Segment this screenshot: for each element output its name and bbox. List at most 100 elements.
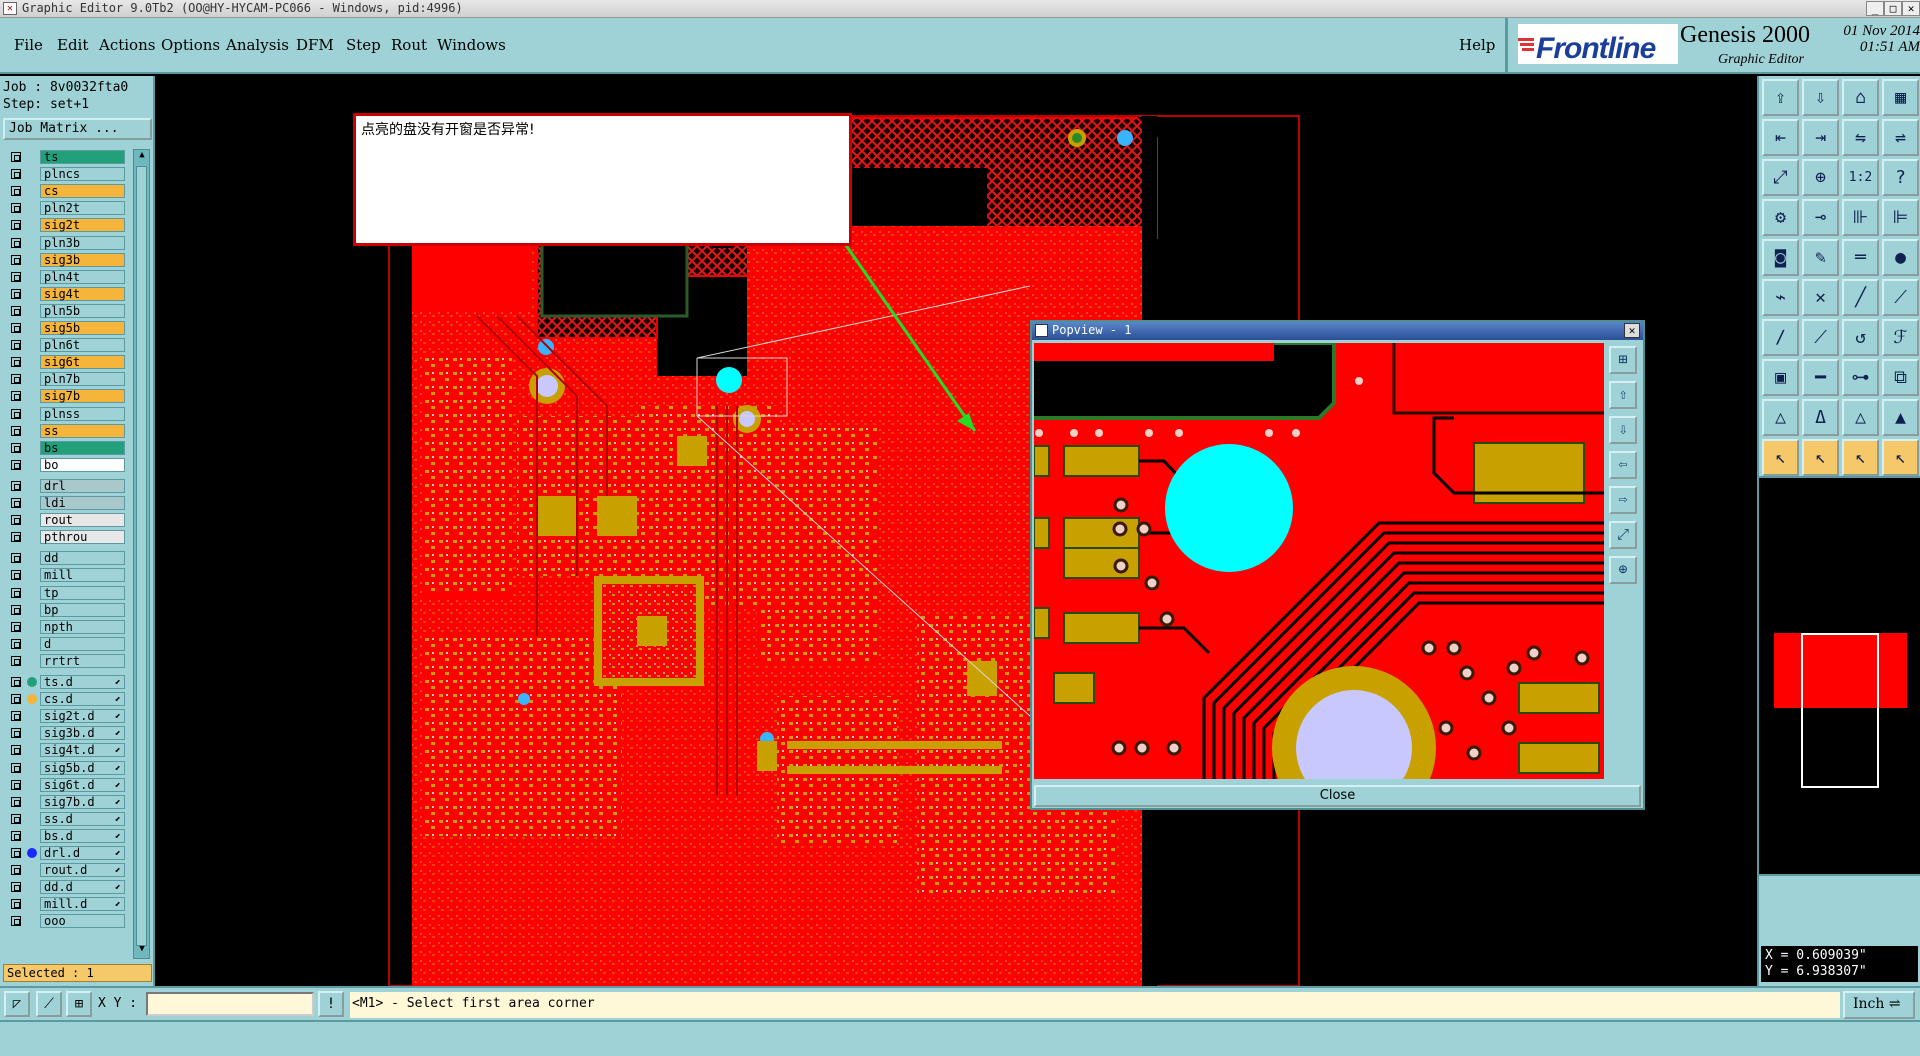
layer-row[interactable]: rout — [3, 512, 128, 528]
job-matrix-button[interactable]: Job Matrix ... — [3, 118, 152, 140]
layer-checkbox[interactable] — [11, 587, 21, 598]
pad-select-icon[interactable]: ▣ — [1762, 359, 1799, 396]
layer-row[interactable]: rout.d ⬋ — [3, 862, 128, 878]
layer-name[interactable]: pln6t — [40, 338, 125, 353]
layer-checkbox[interactable] — [11, 169, 21, 180]
layer-name[interactable]: pln4t — [40, 269, 125, 284]
tri-a-icon[interactable]: Δ — [1802, 399, 1839, 436]
layout-icon[interactable]: ▦ — [1882, 79, 1919, 116]
menu-file[interactable]: File — [14, 36, 43, 54]
layer-name[interactable]: cs — [40, 184, 125, 199]
layer-checkbox[interactable] — [11, 553, 21, 564]
layer-name[interactable]: rrtrt — [40, 653, 125, 668]
layer-name[interactable]: pln2t — [40, 201, 125, 216]
layer-checkbox[interactable] — [11, 288, 21, 299]
layer-checkbox[interactable] — [11, 711, 21, 722]
home-icon[interactable]: ⌂ — [1842, 79, 1879, 116]
tri-c-icon[interactable]: ▲ — [1882, 399, 1919, 436]
layer-row[interactable]: sig3b — [3, 252, 128, 268]
layer-list-scrollbar[interactable]: ▲ ▼ — [133, 149, 150, 959]
layer-checkbox[interactable] — [11, 408, 21, 419]
layer-checkbox[interactable] — [11, 442, 21, 453]
popview-zoom-view[interactable] — [1034, 343, 1604, 779]
popview-fit-icon[interactable]: ⊕ — [1609, 556, 1637, 584]
draw-line-icon[interactable]: ∕ — [1762, 319, 1799, 356]
layer-row[interactable]: dd — [3, 550, 128, 566]
layer-row[interactable]: sig4t — [3, 286, 128, 302]
connect-icon[interactable]: ⌁ — [1762, 279, 1799, 316]
layer-checkbox[interactable] — [11, 271, 21, 282]
layer-checkbox[interactable] — [11, 480, 21, 491]
pointer-red-icon[interactable]: ↖ — [1802, 439, 1839, 476]
layer-row[interactable]: ts — [3, 149, 128, 165]
layer-checkbox[interactable] — [11, 865, 21, 876]
layer-row[interactable]: sig2t.d ⬋ — [3, 708, 128, 724]
layer-name[interactable]: pln5b — [40, 303, 125, 318]
zoom-fit-icon[interactable]: ⤢ — [1762, 159, 1799, 196]
layer-row[interactable]: sig5b.d ⬋ — [3, 760, 128, 776]
layer-name[interactable]: plnss — [40, 406, 125, 421]
layer-name[interactable]: drl.d ⬋ — [40, 846, 125, 860]
net-icon[interactable]: ⊪ — [1842, 199, 1879, 236]
layer-checkbox[interactable] — [11, 237, 21, 248]
popview-close-icon[interactable]: ✕ — [1624, 323, 1640, 338]
layer-name[interactable]: dd — [40, 551, 125, 566]
layer-checkbox[interactable] — [11, 515, 21, 526]
layer-checkbox[interactable] — [11, 203, 21, 214]
layer-row[interactable]: d — [3, 636, 128, 652]
layer-checkbox[interactable] — [11, 655, 21, 666]
f-icon[interactable]: ℱ — [1882, 319, 1919, 356]
layer-checkbox[interactable] — [11, 779, 21, 790]
layer-row[interactable]: plnss — [3, 406, 128, 422]
layer-name[interactable]: sig6t.d ⬋ — [40, 777, 125, 792]
copy-icon[interactable]: ⧉ — [1882, 359, 1919, 396]
layer-row[interactable]: mill — [3, 567, 128, 583]
popview-zoom-home-icon[interactable]: ⤢ — [1609, 521, 1637, 549]
layer-name[interactable]: sig3b — [40, 252, 125, 267]
layer-checkbox[interactable] — [11, 570, 21, 581]
zoom-center-icon[interactable]: ⊕ — [1802, 159, 1839, 196]
triangle-icon[interactable]: △ — [1762, 399, 1799, 436]
layer-name[interactable]: bs — [40, 440, 125, 455]
import-icon[interactable]: ⇪ — [1762, 79, 1799, 116]
layer-name[interactable]: ts.d ⬋ — [40, 675, 125, 689]
layer-row[interactable]: cs.d ⬋ — [3, 691, 128, 707]
layer-checkbox[interactable] — [11, 916, 21, 927]
layer-checkbox[interactable] — [11, 532, 21, 543]
layer-checkbox[interactable] — [11, 762, 21, 773]
scroll-down-icon[interactable]: ▼ — [135, 944, 149, 958]
layer-row[interactable]: pln6t — [3, 337, 128, 353]
layer-checkbox[interactable] — [11, 694, 21, 705]
layer-checkbox[interactable] — [11, 638, 21, 649]
layer-row[interactable]: sig4t.d ⬋ — [3, 742, 128, 758]
scroll-thumb[interactable] — [136, 166, 147, 946]
pointer-icon[interactable]: ↖ — [1762, 439, 1799, 476]
popview-close-button[interactable]: Close — [1034, 785, 1641, 807]
snap-mode-icon[interactable]: ◸ — [4, 991, 30, 1017]
layer-row[interactable]: sig5b — [3, 320, 128, 336]
layer-row[interactable]: pln2t — [3, 200, 128, 216]
menu-help[interactable]: Help — [1459, 36, 1495, 54]
popview-pan-down-icon[interactable]: ⇩ — [1609, 416, 1637, 444]
layer-row[interactable]: plncs — [3, 166, 128, 182]
layer-row[interactable]: bs.d ⬋ — [3, 828, 128, 844]
layer-row[interactable]: mill.d ⬋ — [3, 896, 128, 912]
slash-icon[interactable]: ⟋ — [1882, 279, 1919, 316]
layer-name[interactable]: pln7b — [40, 372, 125, 387]
layer-row[interactable]: sig3b.d ⬋ — [3, 725, 128, 741]
layer-name[interactable]: sig6t — [40, 355, 125, 370]
menu-dfm[interactable]: DFM — [296, 36, 334, 54]
measure-icon[interactable]: ⚙ — [1762, 199, 1799, 236]
layer-checkbox[interactable] — [11, 425, 21, 436]
layer-row[interactable]: bs — [3, 440, 128, 456]
layer-checkbox[interactable] — [11, 498, 21, 508]
layer-checkbox[interactable] — [11, 391, 21, 402]
layer-checkbox[interactable] — [11, 796, 21, 807]
arc-icon[interactable]: ↺ — [1842, 319, 1879, 356]
layer-row[interactable]: drl.d ⬋ — [3, 845, 128, 861]
layer-name[interactable]: plncs — [40, 167, 125, 182]
layer-checkbox[interactable] — [11, 728, 21, 739]
layer-name[interactable]: dd.d ⬋ — [40, 880, 125, 895]
layer-name[interactable]: sig4t — [40, 286, 125, 301]
layer-name[interactable]: bs.d ⬋ — [40, 828, 125, 843]
